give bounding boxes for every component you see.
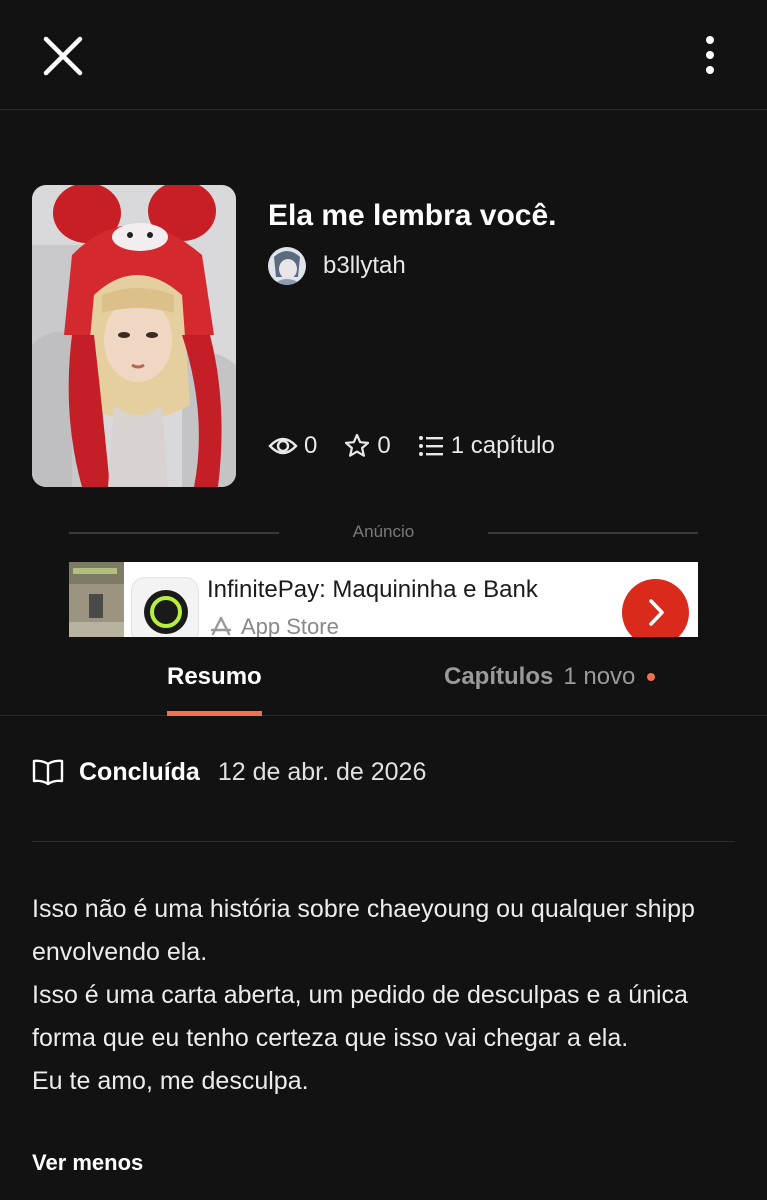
ad-open-button[interactable] <box>622 579 689 637</box>
close-icon <box>43 36 83 76</box>
ad-banner[interactable]: InfinitePay: Maquininha e Bank App Store <box>69 562 698 637</box>
ad-app-icon <box>131 577 199 637</box>
views-count: 0 <box>304 432 318 459</box>
top-bar <box>0 0 767 110</box>
tab-summary[interactable]: Resumo <box>167 637 262 716</box>
description-paragraph: Isso é uma carta aberta, um pedido de de… <box>32 981 688 1052</box>
ad-thumbnail <box>69 562 124 637</box>
new-chapters-count: 1 novo <box>563 662 636 690</box>
description-paragraph: Eu te amo, me desculpa. <box>32 1067 309 1095</box>
see-less-button[interactable]: Ver menos <box>32 1150 143 1176</box>
story-cover-image[interactable] <box>32 185 236 487</box>
views-stat: 0 <box>268 432 317 460</box>
story-stats: 0 0 1 capítulo <box>268 428 581 464</box>
star-icon <box>345 433 370 457</box>
close-button[interactable] <box>40 33 86 79</box>
ad-store-label: App Store <box>241 614 339 637</box>
tab-chapters-label: Capítulos <box>444 662 554 690</box>
chapters-stat: 1 capítulo <box>417 432 555 460</box>
list-icon <box>418 436 443 456</box>
more-vertical-icon <box>706 36 714 74</box>
eye-icon <box>268 437 298 455</box>
ad-divider-right <box>488 532 698 534</box>
author-link[interactable]: b3llytah <box>268 246 406 286</box>
description-paragraph: Isso não é uma história sobre chaeyoung … <box>32 895 695 966</box>
story-status-row: Concluída 12 de abr. de 2026 <box>32 752 426 792</box>
tab-bar: Resumo Capítulos 1 novo <box>0 637 767 716</box>
more-options-button[interactable] <box>694 34 726 78</box>
ad-store: App Store <box>209 614 339 637</box>
votes-stat: 0 <box>343 432 391 460</box>
active-tab-indicator <box>167 711 262 716</box>
ad-title: InfinitePay: Maquininha e Bank <box>207 576 538 603</box>
chapters-count: 1 capítulo <box>450 432 555 459</box>
tab-summary-label: Resumo <box>167 662 262 690</box>
divider <box>32 841 735 842</box>
story-description: Isso não é uma história sobre chaeyoung … <box>32 888 732 1103</box>
completion-status: Concluída <box>79 757 200 786</box>
book-open-icon <box>32 759 64 786</box>
author-name: b3llytah <box>323 252 406 279</box>
avatar <box>268 247 306 285</box>
app-store-icon <box>210 616 232 636</box>
tab-chapters[interactable]: Capítulos 1 novo <box>444 637 656 716</box>
votes-count: 0 <box>377 432 391 459</box>
story-title: Ela me lembra você. <box>268 199 557 232</box>
chevron-right-icon <box>649 599 664 626</box>
publish-date: 12 de abr. de 2026 <box>217 757 427 786</box>
new-indicator-dot <box>647 672 656 681</box>
